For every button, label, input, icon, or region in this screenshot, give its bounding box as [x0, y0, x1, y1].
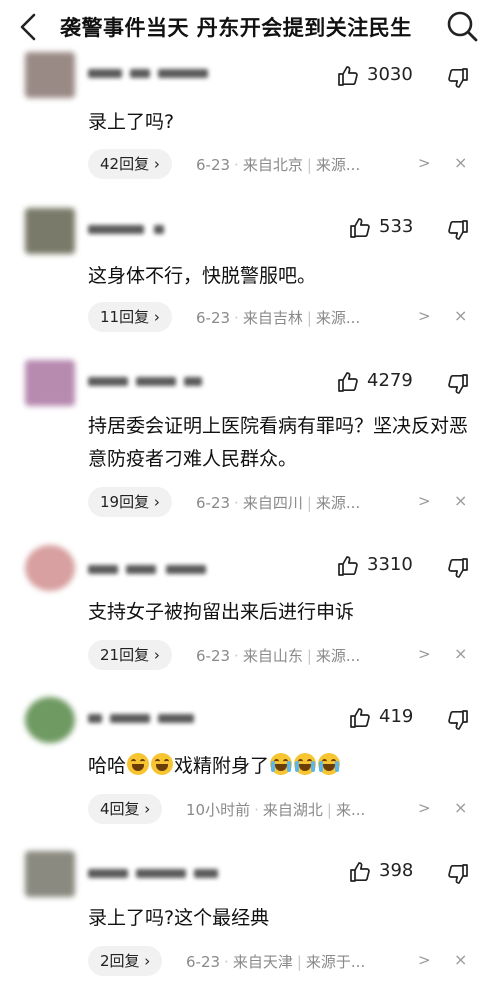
comment-meta: 6-23 · 来自吉林 | 来源... — [196, 309, 361, 327]
close-icon[interactable]: × — [454, 491, 467, 510]
avatar[interactable] — [25, 360, 75, 406]
comment-text: 支持女子被拘留出来后进行申诉 — [88, 601, 355, 623]
thumbs-up-icon[interactable] — [348, 706, 372, 730]
comment-date: 6-23 — [196, 647, 231, 665]
more-chevron[interactable]: > — [418, 492, 431, 510]
close-icon[interactable]: × — [454, 644, 467, 663]
comment-text-prefix: 哈哈 — [88, 755, 127, 777]
comment-source[interactable]: 来... — [336, 801, 365, 819]
comment-meta: 6-23 · 来自四川 | 来源... — [196, 494, 361, 512]
thumbs-down-icon[interactable] — [446, 66, 470, 90]
comment-location: 来自天津 — [232, 953, 293, 971]
like-count: 398 — [379, 860, 414, 881]
comment-meta: 6-23 · 来自天津 | 来源于... — [186, 953, 366, 971]
comment-text-main: 戏精附身了 — [174, 755, 270, 777]
comment-text: 这身体不行，快脱警服吧。 — [88, 265, 317, 287]
username[interactable] — [88, 220, 218, 240]
comment-text: 录上了吗?这个最经典 — [88, 907, 270, 929]
reply-count-button[interactable]: 21回复 › — [88, 640, 172, 670]
avatar[interactable] — [25, 545, 75, 591]
comment-date: 6-23 — [196, 494, 231, 512]
comment-meta: 6-23 · 来自山东 | 来源... — [196, 647, 361, 665]
loudly-crying-face-emoji — [318, 753, 341, 775]
close-icon[interactable]: × — [454, 950, 467, 969]
page-title: 袭警事件当天 丹东开会提到关注民生 — [60, 16, 412, 40]
more-chevron[interactable]: > — [418, 951, 431, 969]
thumbs-up-icon[interactable] — [348, 216, 372, 240]
close-icon[interactable]: × — [454, 306, 467, 325]
more-chevron[interactable]: > — [418, 154, 431, 172]
like-count: 533 — [379, 216, 414, 237]
comment-date: 6-23 — [196, 309, 231, 327]
comment-source[interactable]: 来源... — [316, 309, 360, 327]
like-count: 419 — [379, 706, 414, 727]
comment-date: 10小时前 — [186, 801, 251, 819]
comment-text: 录上了吗? — [88, 111, 175, 133]
reply-count-button[interactable]: 42回复 › — [88, 149, 172, 179]
username[interactable] — [88, 64, 218, 84]
comment-source[interactable]: 来源... — [316, 494, 360, 512]
comment-text: 哈哈 戏精附身了 — [88, 750, 488, 783]
reply-count-button[interactable]: 19回复 › — [88, 487, 172, 517]
username[interactable] — [88, 864, 218, 884]
close-icon[interactable]: × — [454, 153, 467, 172]
grinning-face-emoji — [127, 753, 150, 775]
comment-location: 来自湖北 — [262, 801, 323, 819]
thumbs-down-icon[interactable] — [446, 218, 470, 242]
comment-text: 持居委会证明上医院看病有罪吗？坚决反对恶意防疫者刁难人民群众。 — [88, 415, 469, 470]
reply-count-button[interactable]: 2回复 › — [88, 946, 163, 976]
avatar[interactable] — [25, 208, 75, 254]
more-chevron[interactable]: > — [418, 799, 431, 817]
comment-meta: 6-23 · 来自北京 | 来源... — [196, 156, 361, 174]
avatar[interactable] — [25, 52, 75, 98]
grinning-face-emoji — [151, 753, 174, 775]
more-chevron[interactable]: > — [418, 307, 431, 325]
comment-source[interactable]: 来源... — [316, 156, 360, 174]
avatar[interactable] — [25, 851, 75, 897]
like-count: 4279 — [367, 370, 413, 391]
close-icon[interactable]: × — [454, 798, 467, 817]
search-button[interactable] — [444, 8, 480, 44]
thumbs-up-icon[interactable] — [336, 554, 360, 578]
comment-location: 来自山东 — [242, 647, 303, 665]
like-count: 3310 — [367, 554, 413, 575]
chevron-left-icon — [20, 13, 36, 41]
top-bar: 袭警事件当天 丹东开会提到关注民生 — [0, 0, 500, 54]
comment-location: 来自四川 — [242, 494, 303, 512]
comment-date: 6-23 — [196, 156, 231, 174]
back-button[interactable] — [14, 10, 44, 44]
comment-date: 6-23 — [186, 953, 221, 971]
avatar[interactable] — [25, 697, 75, 743]
thumbs-down-icon[interactable] — [446, 556, 470, 580]
comment-source[interactable]: 来源... — [316, 647, 360, 665]
comment-location: 来自北京 — [242, 156, 303, 174]
username[interactable] — [88, 709, 218, 729]
username[interactable] — [88, 560, 218, 580]
thumbs-down-icon[interactable] — [446, 708, 470, 732]
reply-count-button[interactable]: 11回复 › — [88, 302, 172, 332]
thumbs-down-icon[interactable] — [446, 372, 470, 396]
more-chevron[interactable]: > — [418, 645, 431, 663]
comment-location: 来自吉林 — [242, 309, 303, 327]
like-count: 3030 — [367, 64, 413, 85]
search-icon — [447, 11, 478, 42]
thumbs-down-icon[interactable] — [446, 862, 470, 886]
loudly-crying-face-emoji — [294, 753, 317, 775]
thumbs-up-icon[interactable] — [348, 860, 372, 884]
comment-meta: 10小时前 · 来自湖北 | 来... — [186, 801, 366, 819]
thumbs-up-icon[interactable] — [336, 370, 360, 394]
comment-source[interactable]: 来源于... — [306, 953, 365, 971]
loudly-crying-face-emoji — [270, 753, 293, 775]
thumbs-up-icon[interactable] — [336, 64, 360, 88]
username[interactable] — [88, 372, 218, 392]
reply-count-button[interactable]: 4回复 › — [88, 794, 163, 824]
